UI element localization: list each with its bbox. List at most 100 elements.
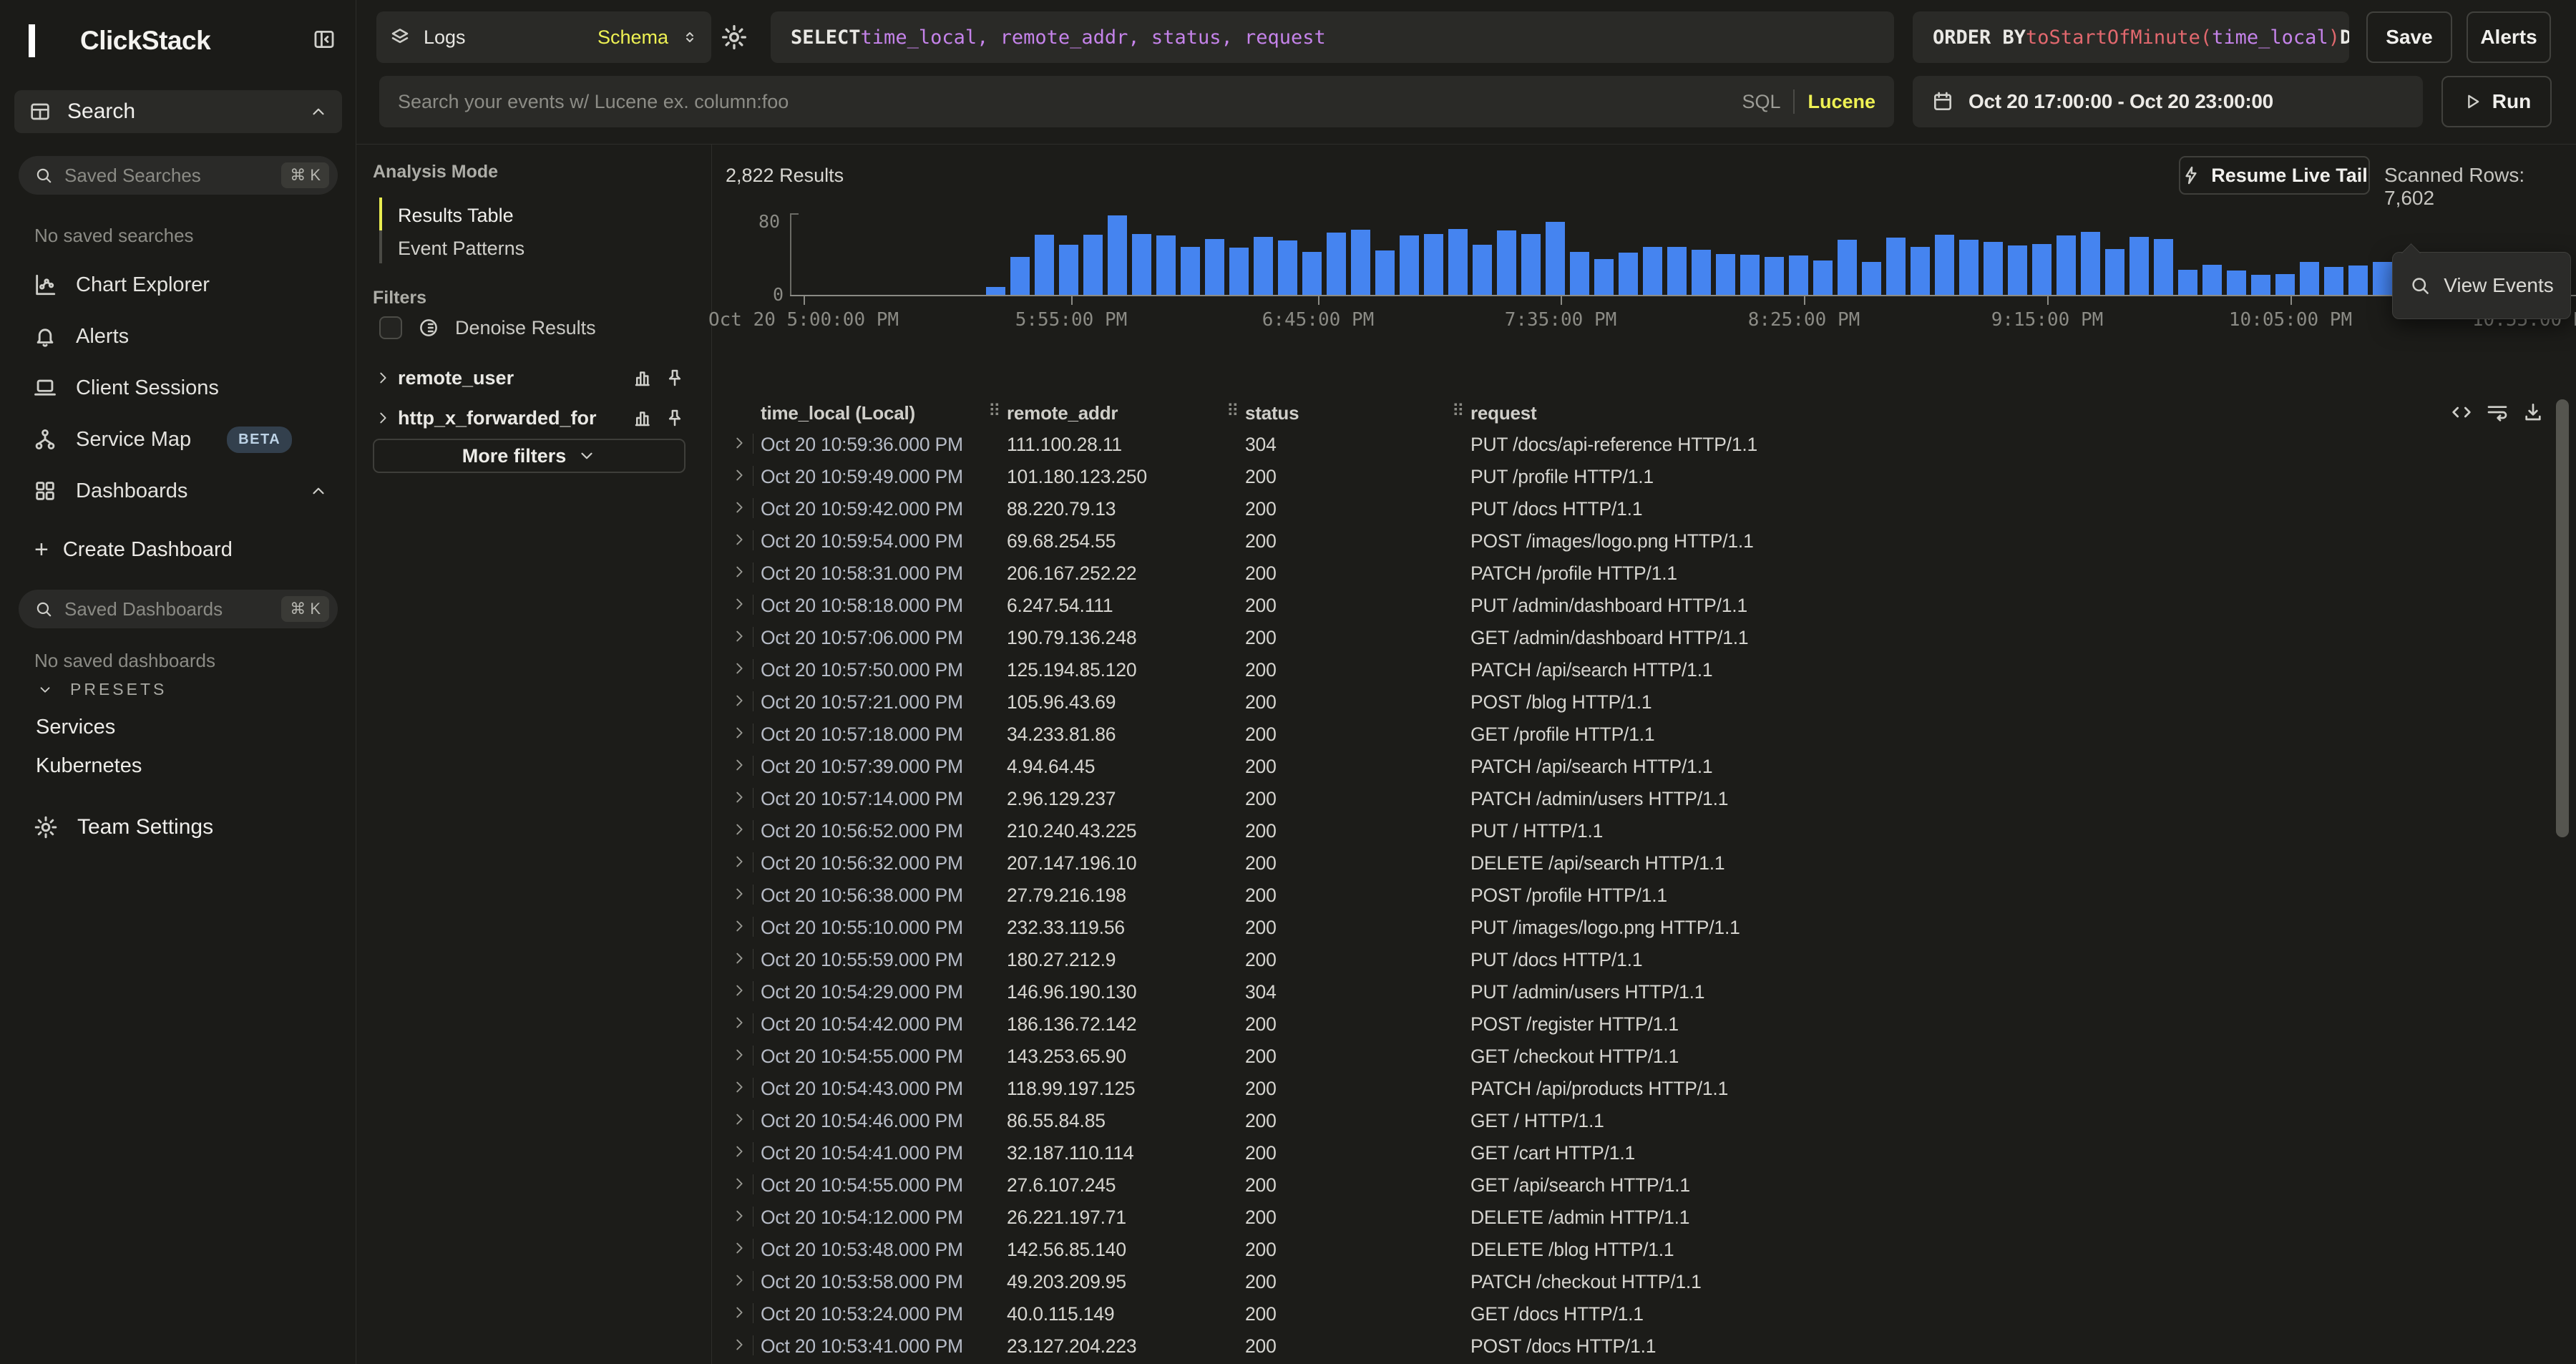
row-expand-chevron-icon[interactable] xyxy=(731,693,747,708)
preset-item-kubernetes[interactable]: Kubernetes xyxy=(36,754,142,778)
histogram-bar[interactable] xyxy=(1862,262,1881,295)
table-row[interactable]: Oct 20 10:57:50.000 PM125.194.85.120200P… xyxy=(711,653,2565,686)
histogram-bar[interactable] xyxy=(1984,242,2003,295)
histogram-bar[interactable] xyxy=(1448,229,1468,295)
saved-searches-input[interactable]: Saved Searches ⌘ K xyxy=(19,156,338,195)
histogram-bar[interactable] xyxy=(2057,235,2076,295)
field-pin-icon[interactable] xyxy=(664,407,686,429)
create-dashboard-button[interactable]: + Create Dashboard xyxy=(14,531,342,568)
source-settings-gear-icon[interactable] xyxy=(720,23,750,53)
table-row[interactable]: Oct 20 10:57:39.000 PM4.94.64.45200PATCH… xyxy=(711,750,2565,782)
histogram-bar[interactable] xyxy=(1205,239,1224,295)
row-expand-chevron-icon[interactable] xyxy=(731,1176,747,1192)
source-select[interactable]: Logs Schema xyxy=(376,11,711,63)
histogram-bar[interactable] xyxy=(1132,234,1151,295)
histogram-bar[interactable] xyxy=(2251,275,2270,295)
table-row[interactable]: Oct 20 10:54:46.000 PM86.55.84.85200GET … xyxy=(711,1104,2565,1136)
preset-item-services[interactable]: Services xyxy=(36,716,115,739)
histogram-bar[interactable] xyxy=(1327,233,1346,295)
field-pin-icon[interactable] xyxy=(664,367,686,389)
view-events-tooltip[interactable]: View Events xyxy=(2392,252,2571,319)
histogram-bar[interactable] xyxy=(1959,240,1979,295)
table-row[interactable]: Oct 20 10:57:21.000 PM105.96.43.69200POS… xyxy=(711,686,2565,718)
histogram-bar[interactable] xyxy=(1156,235,1176,295)
resume-live-tail-button[interactable]: Resume Live Tail xyxy=(2179,156,2370,195)
column-header-remote_addr[interactable]: remote_addr xyxy=(1007,402,1118,424)
filter-field-http_x_forwarded_for[interactable]: http_x_forwarded_for xyxy=(375,402,686,434)
table-row[interactable]: Oct 20 10:59:42.000 PM88.220.79.13200PUT… xyxy=(711,492,2565,525)
histogram-bar[interactable] xyxy=(1765,257,1784,295)
sidebar-item-dashboards[interactable]: Dashboards xyxy=(14,471,342,511)
histogram-bar[interactable] xyxy=(1181,247,1200,295)
histogram-bar[interactable] xyxy=(1546,222,1565,295)
field-chart-icon[interactable] xyxy=(633,367,654,389)
histogram-bar[interactable] xyxy=(1643,247,1662,295)
sidebar-collapse-icon[interactable] xyxy=(312,27,342,57)
orderby-expression-input[interactable]: ORDER BY toStartOfMinute(time_local) D xyxy=(1913,11,2349,63)
analysis-mode-event-patterns[interactable]: Event Patterns xyxy=(398,238,525,260)
histogram-bar[interactable] xyxy=(2032,244,2051,295)
field-chart-icon[interactable] xyxy=(633,407,654,429)
histogram-bar[interactable] xyxy=(1229,248,1249,295)
histogram-bar[interactable] xyxy=(1400,235,1419,295)
table-row[interactable]: Oct 20 10:58:31.000 PM206.167.252.22200P… xyxy=(711,557,2565,589)
table-row[interactable]: Oct 20 10:56:32.000 PM207.147.196.10200D… xyxy=(711,847,2565,879)
row-expand-chevron-icon[interactable] xyxy=(731,1144,747,1159)
code-view-icon[interactable] xyxy=(2450,401,2474,425)
table-row[interactable]: Oct 20 10:54:12.000 PM26.221.197.71200DE… xyxy=(711,1201,2565,1233)
histogram-bar[interactable] xyxy=(2227,271,2246,295)
table-row[interactable]: Oct 20 10:59:36.000 PM111.100.28.11304PU… xyxy=(711,428,2565,460)
select-expression-input[interactable]: SELECT time_local, remote_addr, status, … xyxy=(771,11,1894,63)
histogram-bar[interactable] xyxy=(1570,252,1589,295)
table-row[interactable]: Oct 20 10:53:24.000 PM40.0.115.149200GET… xyxy=(711,1297,2565,1330)
histogram-bar[interactable] xyxy=(1789,255,1808,295)
table-row[interactable]: Oct 20 10:58:18.000 PM6.247.54.111200PUT… xyxy=(711,589,2565,621)
row-expand-chevron-icon[interactable] xyxy=(731,628,747,644)
wrap-lines-icon[interactable] xyxy=(2486,401,2510,425)
sidebar-item-alerts[interactable]: Alerts xyxy=(14,316,342,356)
row-expand-chevron-icon[interactable] xyxy=(731,435,747,451)
row-expand-chevron-icon[interactable] xyxy=(731,1240,747,1256)
histogram-bar[interactable] xyxy=(1886,238,1906,295)
histogram-bar[interactable] xyxy=(2105,249,2124,295)
event-search-input[interactable]: Search your events w/ Lucene ex. column:… xyxy=(379,76,1894,127)
sidebar-item-search[interactable]: Search xyxy=(14,90,342,133)
row-expand-chevron-icon[interactable] xyxy=(731,789,747,805)
histogram-bar[interactable] xyxy=(1619,253,1638,295)
mode-sql-toggle[interactable]: SQL xyxy=(1742,91,1780,113)
histogram-bar[interactable] xyxy=(1010,257,1030,295)
row-expand-chevron-icon[interactable] xyxy=(731,500,747,515)
saved-dashboards-input[interactable]: Saved Dashboards ⌘ K xyxy=(19,590,338,628)
histogram-bar[interactable] xyxy=(1035,235,1054,295)
histogram-bar[interactable] xyxy=(1059,245,1078,295)
row-expand-chevron-icon[interactable] xyxy=(731,1208,747,1224)
mode-lucene-toggle[interactable]: Lucene xyxy=(1807,91,1875,113)
histogram-bar[interactable] xyxy=(1838,240,1857,295)
table-row[interactable]: Oct 20 10:59:54.000 PM69.68.254.55200POS… xyxy=(711,525,2565,557)
sidebar-item-service-map[interactable]: Service MapBETA xyxy=(14,419,342,459)
histogram-bar[interactable] xyxy=(1302,252,1322,295)
row-expand-chevron-icon[interactable] xyxy=(731,822,747,837)
row-expand-chevron-icon[interactable] xyxy=(731,983,747,998)
row-expand-chevron-icon[interactable] xyxy=(731,596,747,612)
row-expand-chevron-icon[interactable] xyxy=(731,1305,747,1320)
table-row[interactable]: Oct 20 10:57:06.000 PM190.79.136.248200G… xyxy=(711,621,2565,653)
table-row[interactable]: Oct 20 10:53:48.000 PM142.56.85.140200DE… xyxy=(711,1233,2565,1265)
column-header-request[interactable]: request xyxy=(1470,402,1537,424)
column-drag-handle-icon[interactable]: ⠿ xyxy=(1452,401,1463,422)
histogram-bar[interactable] xyxy=(986,287,1005,295)
histogram-bar[interactable] xyxy=(2008,245,2027,295)
row-expand-chevron-icon[interactable] xyxy=(731,564,747,580)
row-expand-chevron-icon[interactable] xyxy=(731,757,747,773)
table-row[interactable]: Oct 20 10:56:38.000 PM27.79.216.198200PO… xyxy=(711,879,2565,911)
histogram-bar[interactable] xyxy=(1375,250,1395,295)
histogram-bar[interactable] xyxy=(1716,254,1735,295)
histogram-bar[interactable] xyxy=(2154,239,2173,295)
histogram-bar[interactable] xyxy=(2178,270,2197,295)
histogram-bar[interactable] xyxy=(2373,262,2392,295)
histogram-bar[interactable] xyxy=(2202,265,2222,295)
row-expand-chevron-icon[interactable] xyxy=(731,1272,747,1288)
alerts-button[interactable]: Alerts xyxy=(2467,11,2551,63)
histogram-bar[interactable] xyxy=(1351,230,1370,295)
sidebar-item-chart-explorer[interactable]: Chart Explorer xyxy=(14,265,342,305)
